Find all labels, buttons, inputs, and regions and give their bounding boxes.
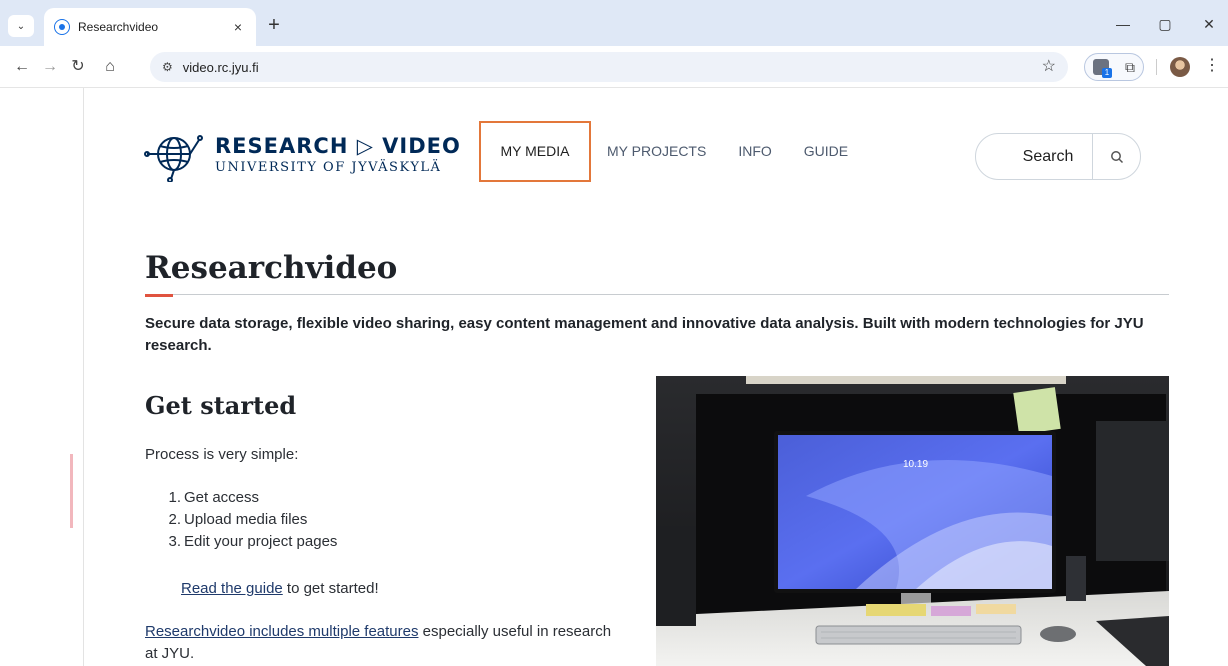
workstation-image: 10.19 <box>656 376 1169 666</box>
nav-info[interactable]: INFO <box>722 121 787 182</box>
minimize-button[interactable]: — <box>1108 12 1138 36</box>
intro-text: Process is very simple: <box>145 446 299 463</box>
page-title: Researchvideo <box>145 250 398 286</box>
site-favicon-icon <box>54 19 70 35</box>
browser-tab[interactable]: Researchvideo × <box>44 8 256 46</box>
bookmark-star-icon[interactable]: ☆ <box>1042 56 1056 76</box>
logo-subtitle: UNIVERSITY OF JYVÄSKYLÄ <box>215 159 442 175</box>
home-icon[interactable]: ⌂ <box>98 55 122 79</box>
site-info-icon[interactable]: ⚙ <box>162 60 173 74</box>
logo-title: RESEARCH ▷ VIDEO <box>215 133 461 158</box>
close-tab-icon[interactable]: × <box>226 19 250 35</box>
guide-paragraph: Read the guide to get started! <box>181 580 379 597</box>
search-label[interactable]: Search <box>976 148 1092 166</box>
puzzle-icon[interactable]: ⧉ <box>1125 59 1135 76</box>
browser-tab-bar: ⌄ Researchvideo × + — ▢ ✕ <box>0 0 1228 46</box>
steps-list: 1. Get access 2. Upload media files 3. Edit… <box>160 487 337 553</box>
toolbar-divider <box>1156 59 1157 75</box>
list-item: 2. Upload media files <box>168 511 308 528</box>
title-accent <box>145 294 173 297</box>
list-item: 3. Edit your project pages <box>168 533 338 550</box>
extensions-group: 1 ⧉ <box>1084 53 1144 81</box>
main-navigation: MY MEDIA MY PROJECTS INFO GUIDE <box>479 121 864 182</box>
maximize-button[interactable]: ▢ <box>1150 12 1180 36</box>
nav-guide[interactable]: GUIDE <box>788 121 864 182</box>
close-window-button[interactable]: ✕ <box>1194 12 1224 36</box>
lead-paragraph: Secure data storage, flexible video shar… <box>145 315 1144 354</box>
url-text: video.rc.jyu.fi <box>182 59 259 75</box>
get-started-heading: Get started <box>145 391 297 420</box>
features-paragraph: Researchvideo includes multiple features… <box>145 621 615 665</box>
left-divider <box>83 88 84 666</box>
page-content: RESEARCH ▷ VIDEO UNIVERSITY OF JYVÄSKYLÄ… <box>0 88 1228 666</box>
tab-title: Researchvideo <box>78 20 159 34</box>
screen-clock: 10.19 <box>903 459 928 470</box>
back-arrow-icon[interactable]: ← <box>10 55 34 79</box>
left-accent-bar <box>70 454 73 528</box>
guide-text: to get started! <box>282 580 379 597</box>
new-tab-button[interactable]: + <box>262 14 286 38</box>
search-icon[interactable] <box>1092 133 1140 180</box>
globe-logo-icon <box>144 135 203 182</box>
nav-my-media[interactable]: MY MEDIA <box>479 121 591 182</box>
search-box[interactable]: Search <box>975 133 1141 180</box>
browser-toolbar: ← → ↻ ⌂ ⚙ video.rc.jyu.fi ☆ 1 ⧉ ⋮ <box>0 46 1228 88</box>
tab-search-chevron-icon[interactable]: ⌄ <box>8 15 34 37</box>
extension-icon[interactable]: 1 <box>1093 59 1112 78</box>
reload-icon[interactable]: ↻ <box>66 55 90 79</box>
read-guide-link[interactable]: Read the guide <box>181 580 283 597</box>
hero-photo: 10.19 <box>656 376 1169 666</box>
extension-badge: 1 <box>1102 68 1112 78</box>
forward-arrow-icon[interactable]: → <box>38 55 62 79</box>
address-bar[interactable]: ⚙ video.rc.jyu.fi ☆ <box>150 52 1068 82</box>
title-divider <box>145 294 1169 295</box>
profile-avatar[interactable] <box>1170 57 1190 77</box>
list-item: 1. Get access <box>168 489 260 506</box>
site-logo[interactable]: RESEARCH ▷ VIDEO UNIVERSITY OF JYVÄSKYLÄ <box>143 126 461 182</box>
nav-my-projects[interactable]: MY PROJECTS <box>591 121 722 182</box>
features-link[interactable]: Researchvideo includes multiple features <box>145 623 418 640</box>
more-menu-icon[interactable]: ⋮ <box>1204 55 1220 75</box>
